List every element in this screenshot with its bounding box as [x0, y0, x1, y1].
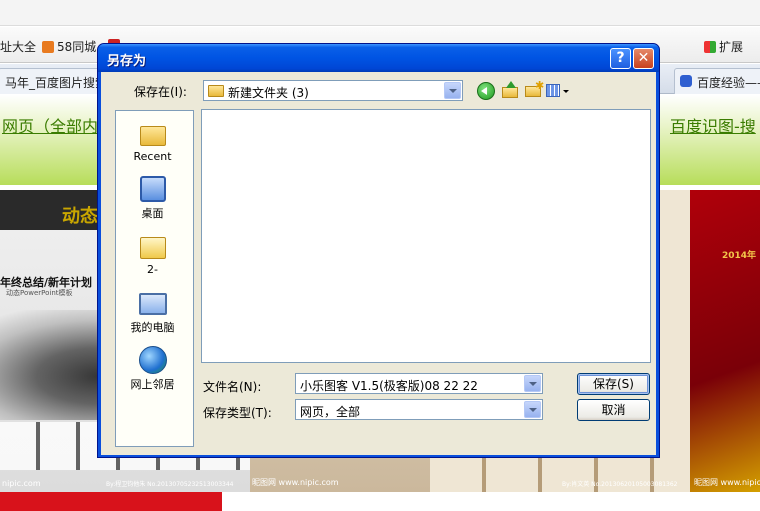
new-folder-button[interactable]: ✱: [525, 79, 545, 99]
file-list[interactable]: [201, 109, 651, 363]
documents-icon: [139, 237, 166, 259]
up-one-level-button[interactable]: [502, 81, 520, 99]
back-button[interactable]: [477, 82, 495, 100]
place-label: 网上邻居: [130, 378, 175, 391]
bookmark-item[interactable]: 址大全: [0, 38, 36, 55]
filename-input[interactable]: 小乐图客 V1.5(极客版)08 22 22: [295, 373, 543, 394]
gallery-thumbnail[interactable]: 2014年 昵图网 www.nipic.com: [690, 190, 760, 492]
chevron-down-icon[interactable]: [524, 375, 541, 392]
filetype-value: 网页，全部: [300, 405, 361, 419]
place-label: 2-: [147, 263, 158, 276]
network-places-icon: [138, 346, 167, 374]
dialog-body: 保存在(I): 新建文件夹 (3) ✱ Recent 桌面 2- 我的电脑 网上…: [101, 72, 656, 455]
help-button[interactable]: ?: [610, 48, 631, 69]
up-arrow-icon: [506, 81, 516, 88]
watermark: By:肖文英 No.20130620105003081362: [562, 481, 678, 488]
chevron-down-icon[interactable]: [524, 401, 541, 418]
place-my-documents[interactable]: 2-: [116, 233, 189, 276]
chevron-down-icon: [563, 90, 569, 93]
dialog-titlebar[interactable]: 另存为 ? ✕: [98, 44, 659, 72]
my-computer-icon: [138, 293, 167, 315]
desktop-icon: [139, 176, 166, 202]
extensions-button[interactable]: 扩展: [704, 38, 743, 55]
thumbnail-caption: 动态PowerPoint模板: [6, 289, 73, 297]
place-desktop[interactable]: 桌面: [116, 176, 189, 221]
browser-tab[interactable]: 百度经验——: [674, 68, 760, 94]
place-recent[interactable]: Recent: [116, 120, 189, 163]
view-grid-icon: [546, 84, 560, 97]
watermark: 昵图网 www.nipic.com: [252, 478, 339, 487]
save-in-label: 保存在(I):: [134, 85, 187, 99]
place-label: 我的电脑: [130, 321, 175, 334]
watermark: 昵图网 www.nipic.com: [694, 478, 760, 487]
place-label: Recent: [133, 150, 172, 163]
sparkle-icon: ✱: [535, 79, 545, 92]
chevron-down-icon[interactable]: [444, 82, 461, 99]
save-button[interactable]: 保存(S): [577, 373, 650, 395]
save-in-dropdown[interactable]: 新建文件夹 (3): [203, 80, 463, 101]
place-network[interactable]: 网上邻居: [116, 346, 189, 392]
filename-label: 文件名(N):: [203, 380, 262, 394]
baidu-shitu-link[interactable]: 百度识图-搜: [670, 113, 756, 137]
dialog-title: 另存为: [107, 54, 147, 69]
folder-icon: [208, 85, 224, 97]
page-bottom-banner: [0, 492, 222, 511]
bookmark-item[interactable]: 58同城: [42, 38, 96, 55]
save-in-value: 新建文件夹 (3): [228, 86, 309, 100]
web-results-link[interactable]: 网页（全部内: [2, 113, 98, 137]
watermark: By:程卫钧他朱 No.20130705232513003344: [106, 481, 234, 488]
folder-icon: [502, 87, 518, 98]
baidu-paw-icon: [680, 75, 692, 87]
help-icon: ?: [616, 50, 625, 66]
filename-value: 小乐图客 V1.5(极客版)08 22 22: [300, 379, 478, 393]
places-bar: Recent 桌面 2- 我的电脑 网上邻居: [115, 110, 194, 447]
extensions-icon: [704, 41, 716, 53]
filetype-dropdown[interactable]: 网页，全部: [295, 399, 543, 420]
browser-top-strip: [0, 0, 760, 26]
view-menu-button[interactable]: [546, 82, 572, 100]
filetype-label: 保存类型(T):: [203, 406, 272, 420]
browser-tab[interactable]: 马年_百度图片搜索: [0, 68, 102, 94]
cancel-button[interactable]: 取消: [577, 399, 650, 421]
close-button[interactable]: ✕: [633, 48, 654, 69]
bookmark-icon: [42, 41, 54, 53]
thumbnail-title: 动态: [62, 206, 98, 227]
recent-folder-icon: [139, 126, 166, 146]
thumbnail-year: 2014年: [722, 251, 757, 261]
place-my-computer[interactable]: 我的电脑: [116, 289, 189, 335]
close-icon: ✕: [637, 50, 650, 66]
place-label: 桌面: [141, 207, 164, 220]
watermark: nipic.com: [2, 479, 41, 488]
save-as-dialog: 另存为 ? ✕ 保存在(I): 新建文件夹 (3) ✱ Recent 桌面 2-…: [97, 43, 660, 458]
